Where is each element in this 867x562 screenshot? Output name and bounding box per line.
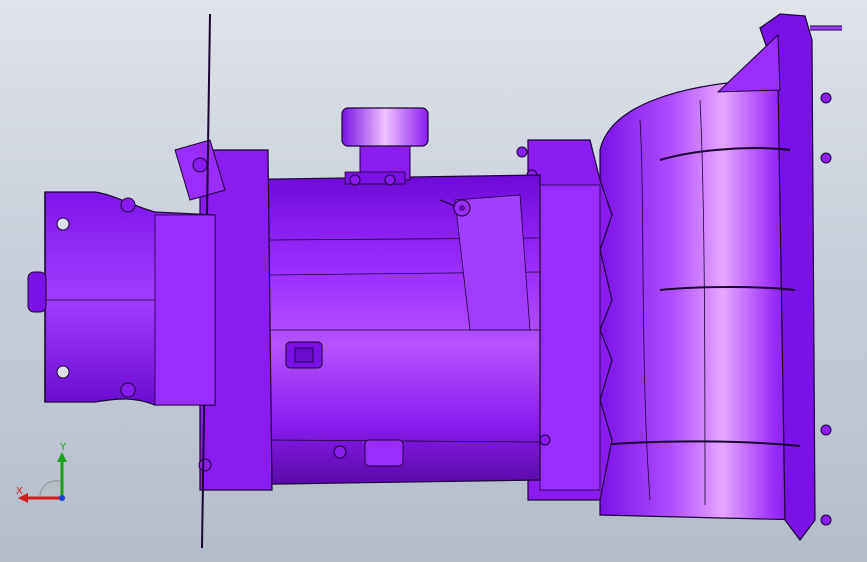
gearbox-3d-model[interactable]	[0, 0, 867, 562]
coordinate-triad: X Y	[12, 438, 78, 510]
breather-cap[interactable]	[341, 107, 429, 186]
graphics-viewport[interactable]: X Y	[0, 0, 867, 562]
x-axis-label: X	[16, 486, 23, 497]
bell-housing[interactable]	[599, 13, 842, 541]
tail-extension-housing[interactable]	[27, 191, 216, 406]
axis-triad-icon	[18, 452, 67, 503]
y-axis-label: Y	[60, 442, 67, 453]
